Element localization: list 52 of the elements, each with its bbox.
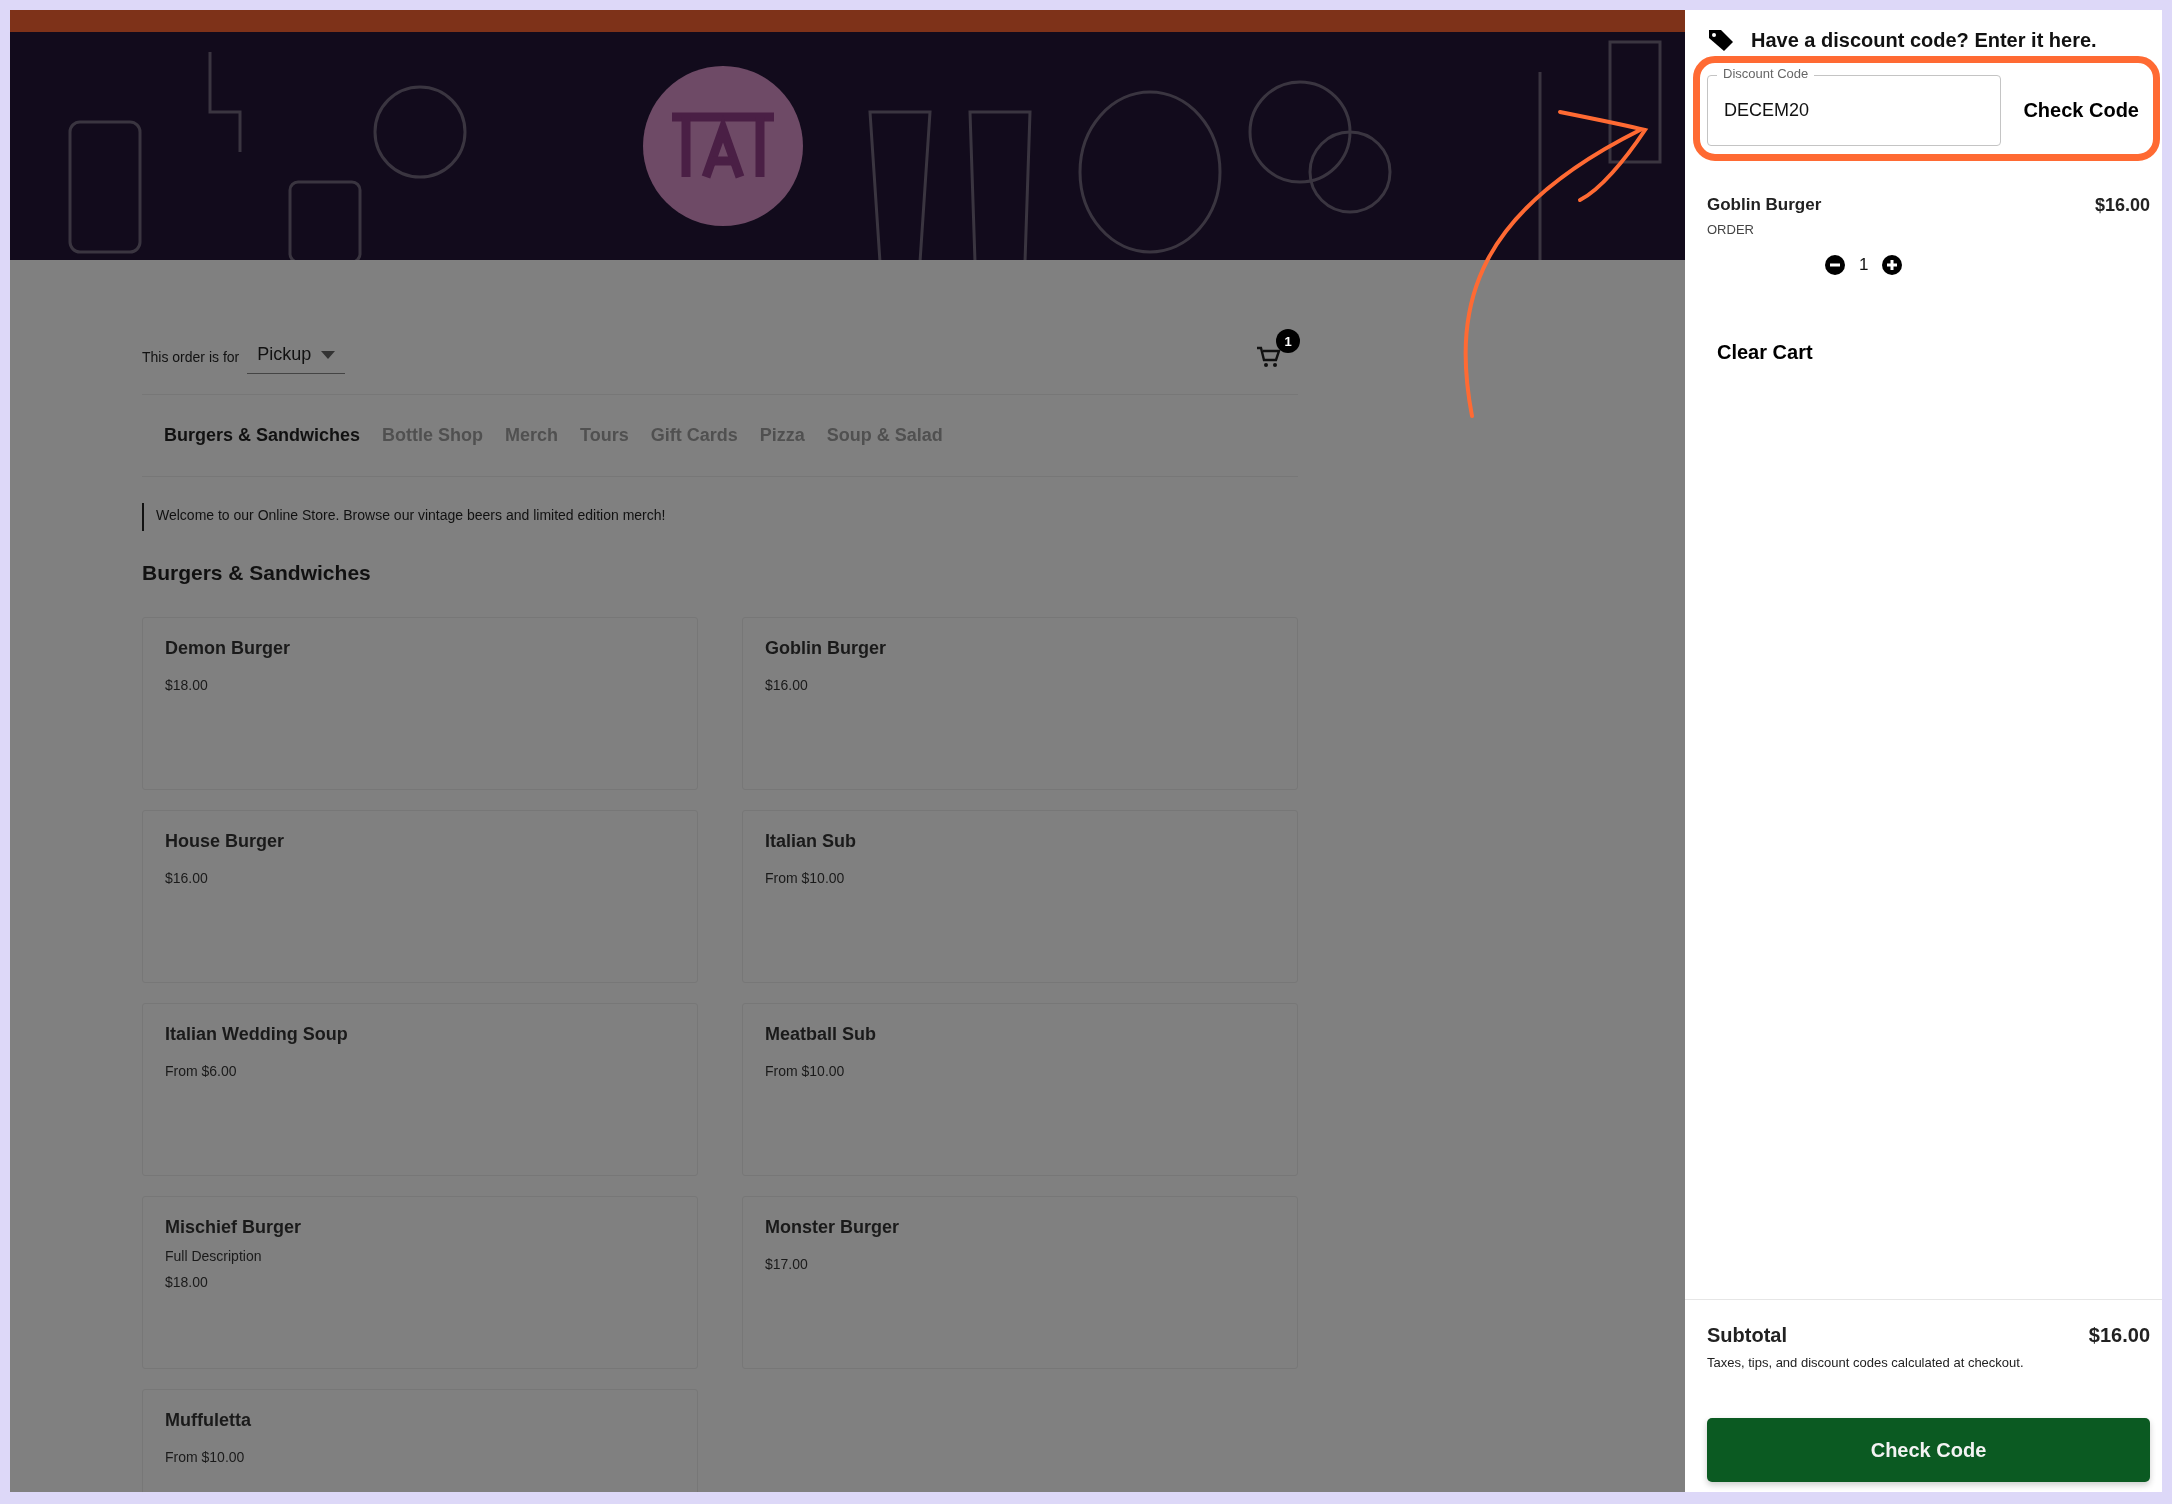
cart-item-price: $16.00 (2094, 195, 2150, 216)
welcome-note: Welcome to our Online Store. Browse our vintage beers and limited edition merch! (142, 503, 1298, 531)
check-code-button[interactable]: Check Code (2001, 99, 2143, 122)
order-type-dropdown[interactable]: Pickup (247, 340, 346, 374)
product-price: $18.00 (165, 677, 209, 693)
plus-icon (1882, 255, 1903, 275)
tag-icon (1707, 28, 1735, 52)
category-tab[interactable]: Burgers & Sandwiches (164, 425, 361, 446)
subtotal-label: Subtotal (1707, 1324, 1787, 1347)
discount-heading: Have a discount code? Enter it here. (1751, 28, 2097, 52)
cart-count-badge: 1 (1276, 329, 1300, 353)
product-card[interactable]: Muffuletta From $10.00 (142, 1389, 698, 1492)
product-card[interactable]: Demon Burger $18.00 (142, 617, 698, 790)
product-price: $18.00 (165, 1274, 209, 1290)
subtotal-value: $16.00 (2088, 1324, 2150, 1347)
product-price: $16.00 (765, 677, 809, 693)
product-name: Italian Wedding Soup (165, 1024, 349, 1045)
quantity-value: 1 (1859, 255, 1869, 275)
increase-button[interactable] (1882, 255, 1903, 275)
cart-icon (1256, 345, 1282, 369)
product-price: From $10.00 (765, 1063, 846, 1079)
product-name: Mischief Burger (165, 1217, 303, 1238)
product-price: From $10.00 (765, 870, 846, 886)
subtotal-note: Taxes, tips, and discount codes calculated at checkout. (1707, 1355, 2025, 1370)
cart-item-type: ORDER (1707, 222, 1755, 237)
product-name: Italian Sub (765, 831, 857, 852)
product-price: From $6.00 (165, 1063, 238, 1079)
product-price: $16.00 (165, 870, 209, 886)
product-card[interactable]: Meatball Sub From $10.00 (742, 1003, 1298, 1176)
product-name: Goblin Burger (765, 638, 887, 659)
product-card[interactable]: Italian Sub From $10.00 (742, 810, 1298, 983)
caret-icon (321, 350, 336, 359)
product-name: House Burger (165, 831, 286, 852)
product-price: From $10.00 (165, 1449, 246, 1465)
product-description: Full Description (165, 1248, 263, 1264)
check-code-primary-button[interactable]: Check Code (1707, 1418, 2150, 1482)
clear-cart-button[interactable]: Clear Cart (1717, 341, 1813, 364)
product-name: Muffuletta (165, 1410, 252, 1431)
cart-item-name: Goblin Burger (1707, 195, 1822, 216)
product-card[interactable]: House Burger $16.00 (142, 810, 698, 983)
product-card[interactable]: Mischief Burger Full Description $18.00 (142, 1196, 698, 1369)
product-name: Meatball Sub (765, 1024, 877, 1045)
minus-icon (1825, 255, 1845, 275)
product-card[interactable]: Monster Burger $17.00 (742, 1196, 1298, 1369)
order-type-label: This order is for (142, 349, 240, 365)
decrease-button[interactable] (1825, 255, 1845, 275)
product-card[interactable]: Goblin Burger $16.00 (742, 617, 1298, 790)
product-name: Demon Burger (165, 638, 291, 659)
product-name: Monster Burger (765, 1217, 900, 1238)
product-price: $17.00 (765, 1256, 809, 1272)
section-heading: Burgers & Sandwiches (142, 561, 372, 585)
product-card[interactable]: Italian Wedding Soup From $6.00 (142, 1003, 698, 1176)
